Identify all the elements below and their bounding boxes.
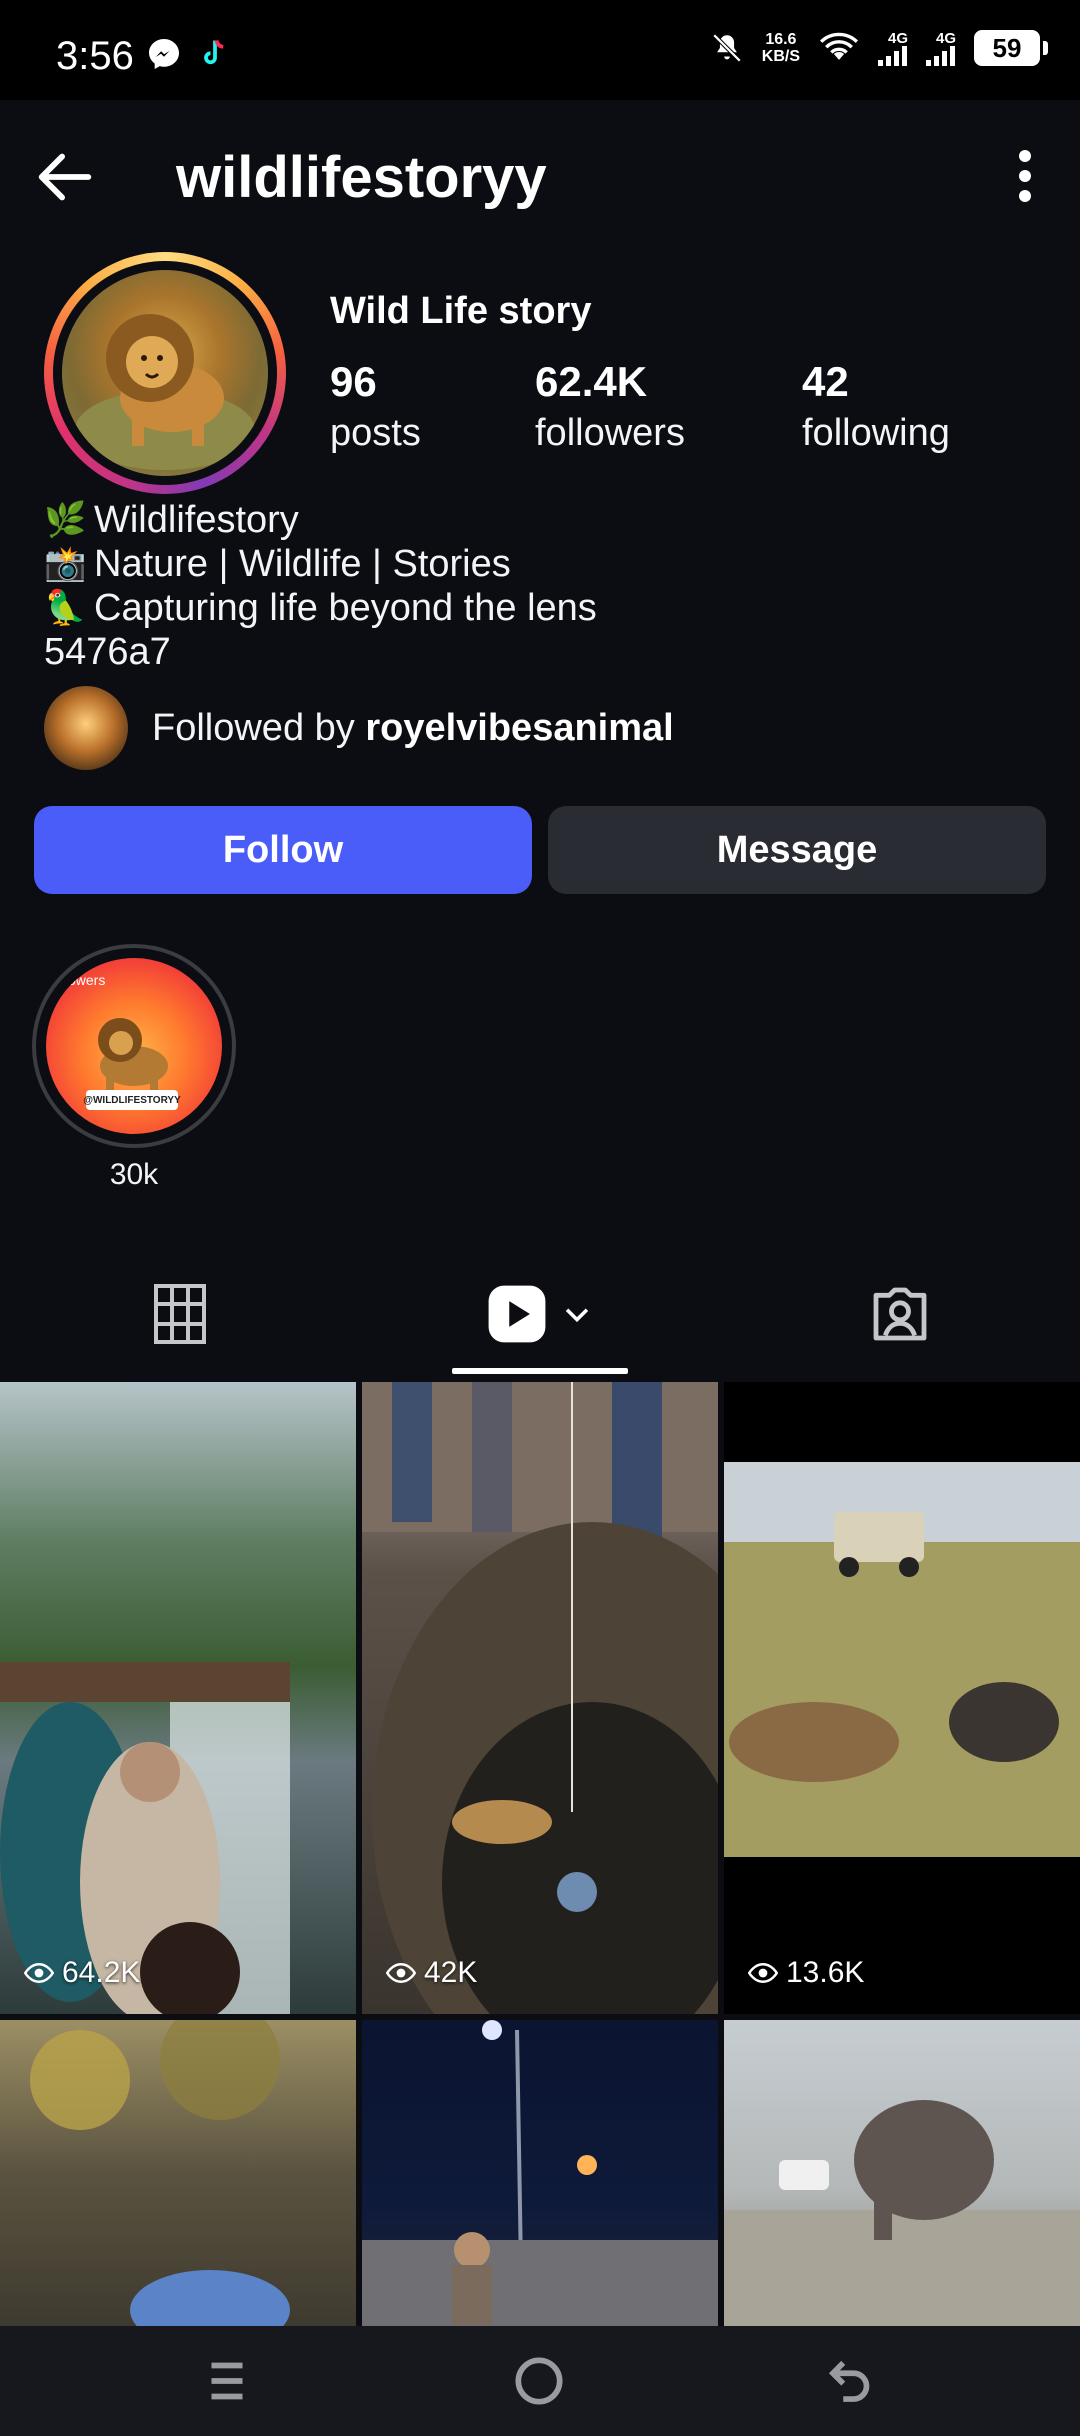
leaf-icon: 🌿 [44, 501, 87, 539]
profile-tabs [0, 1250, 1080, 1380]
eye-icon [386, 1962, 416, 1984]
bio-line: 5476a7 [44, 631, 171, 673]
reels-icon [488, 1285, 546, 1343]
system-nav-bar [0, 2326, 1080, 2436]
tab-posts[interactable] [130, 1274, 230, 1354]
bio-line: 🌿 Wildlifestory [44, 499, 299, 541]
home-icon[interactable] [508, 2350, 570, 2412]
more-vertical-icon[interactable] [1010, 146, 1040, 206]
parrot-icon: 🦜 [44, 589, 87, 627]
wifi-icon [819, 32, 859, 60]
signal-2: 4G [926, 31, 956, 66]
page-title: wildlifestoryy [176, 145, 547, 210]
grid-tile[interactable] [0, 2020, 356, 2326]
eye-icon [748, 1962, 778, 1984]
grid-tile[interactable] [362, 2020, 718, 2326]
savanna-scene [724, 1462, 1080, 1857]
followed-by[interactable]: Followed by royelvibesanimal [44, 686, 674, 770]
avatar-image [62, 270, 268, 476]
stat-following[interactable]: 42 following [802, 358, 950, 455]
view-count: 64.2K [24, 1956, 140, 1990]
net-speed: 16.6 KB/S [761, 31, 800, 65]
grid-tile[interactable]: 13.6K [724, 1382, 1080, 2014]
highlight-cover: owers @WILDLIFESTORYY [46, 958, 222, 1134]
tab-reels[interactable] [452, 1274, 628, 1354]
waterfall-scene [0, 1662, 290, 2014]
grid-tile[interactable] [724, 2020, 1080, 2326]
signal-icon [878, 45, 907, 66]
messenger-icon [149, 39, 179, 69]
camera-icon: 📸 [44, 545, 87, 583]
tab-tagged[interactable] [850, 1274, 950, 1354]
tiktok-icon [204, 40, 224, 65]
grid-tile[interactable]: 64.2K [0, 1382, 356, 2014]
grid-tile[interactable]: 42K [362, 1382, 718, 2014]
status-bar: 3:56 16.6 KB/S 4G 4G 59 [0, 0, 1080, 100]
elephant-scene [724, 2100, 1080, 2326]
avatar[interactable] [44, 252, 286, 494]
bio-line: 🦜 Capturing life beyond the lens [44, 587, 597, 629]
view-count: 13.6K [748, 1956, 864, 1990]
bio-line: 📸 Nature | Wildlife | Stories [44, 543, 511, 585]
status-time: 3:56 [56, 34, 134, 78]
well-scene [362, 1382, 718, 2014]
mute-icon [712, 33, 742, 63]
followed-by-user: royelvibesanimal [365, 706, 674, 749]
profile-header: wildlifestoryy [0, 100, 1080, 250]
arrow-left-icon[interactable] [30, 142, 100, 212]
battery-icon: 59 [974, 30, 1048, 66]
notification-icons [146, 36, 230, 72]
view-count: 42K [386, 1956, 477, 1990]
message-button[interactable]: Message [548, 806, 1046, 894]
follower-avatar [44, 686, 128, 770]
tagged-icon [873, 1287, 927, 1341]
active-tab-indicator [452, 1368, 628, 1374]
eye-icon [24, 1962, 54, 1984]
story-highlight[interactable]: owers @WILDLIFESTORYY [32, 944, 236, 1148]
back-icon[interactable] [820, 2350, 882, 2412]
follow-button[interactable]: Follow [34, 806, 532, 894]
recents-icon[interactable] [196, 2350, 258, 2412]
bio: 🌿 Wildlifestory 📸 Nature | Wildlife | Stor… [44, 498, 597, 674]
display-name: Wild Life story [330, 290, 592, 332]
lion-icon [75, 314, 255, 470]
chevron-down-icon [565, 1308, 589, 1323]
stat-posts[interactable]: 96 posts [330, 358, 421, 455]
forest-scene [30, 2020, 290, 2326]
signal-icon [926, 45, 955, 66]
stat-followers[interactable]: 62.4K followers [535, 358, 685, 455]
highlight-label: 30k [109, 1158, 159, 1191]
grid-icon [154, 1284, 206, 1344]
signal-1: 4G [878, 31, 908, 66]
night-road-scene [362, 2020, 718, 2326]
